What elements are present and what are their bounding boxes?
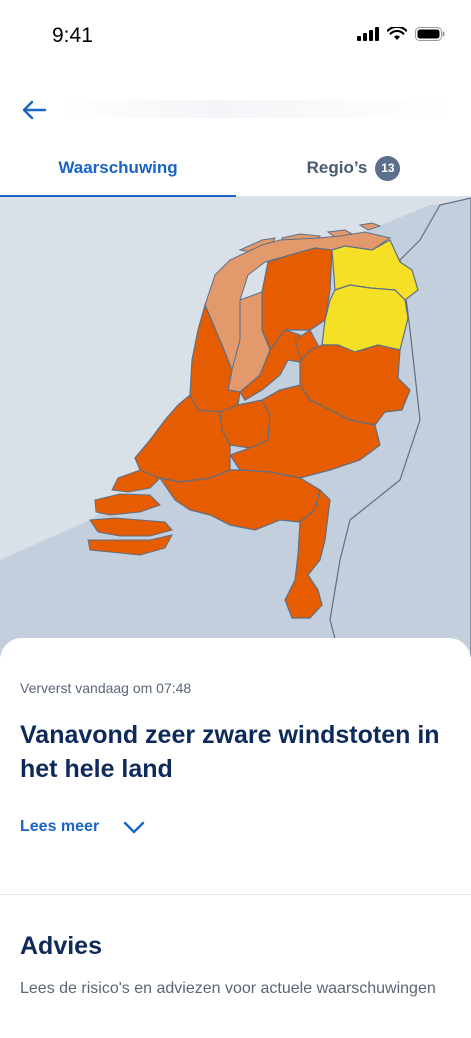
status-time: 9:41 [52, 24, 93, 47]
tab-regios-label: Regio’s [306, 158, 368, 177]
battery-icon [415, 27, 445, 41]
refresh-timestamp: Ververst vandaag om 07:48 [20, 680, 192, 696]
region-drenthe[interactable] [321, 284, 409, 353]
advice-title: Advies [20, 932, 102, 960]
tab-regios[interactable]: Regio’s 13 [236, 140, 471, 196]
tab-waarschuwing-label: Waarschuwing [58, 158, 178, 177]
chevron-down-icon [123, 821, 145, 834]
netherlands-map-svg [0, 197, 471, 657]
nav-bar [0, 72, 471, 144]
signal-icon [357, 27, 379, 41]
warning-detail-sheet: Ververst vandaag om 07:48 Vanavond zeer … [0, 638, 471, 1038]
read-more-label: Lees meer [20, 818, 100, 835]
tab-bar: Waarschuwing Regio’s 13 [0, 140, 471, 197]
warning-map[interactable] [0, 197, 471, 657]
tab-waarschuwing[interactable]: Waarschuwing [0, 140, 236, 197]
wifi-icon [387, 27, 407, 40]
section-divider [0, 894, 471, 895]
nav-title-placeholder [60, 100, 451, 118]
read-more-button[interactable]: Lees meer [20, 818, 145, 836]
regions-count-badge: 13 [375, 155, 401, 181]
advice-text[interactable]: Lees de risico's en adviezen voor actuel… [20, 976, 440, 1001]
warning-headline: Vanavond zeer zware windstoten in het he… [20, 721, 440, 783]
status-icons [357, 27, 445, 41]
back-button[interactable] [16, 92, 52, 128]
status-bar: 9:41 [0, 0, 471, 72]
arrow-left-icon [22, 100, 47, 120]
